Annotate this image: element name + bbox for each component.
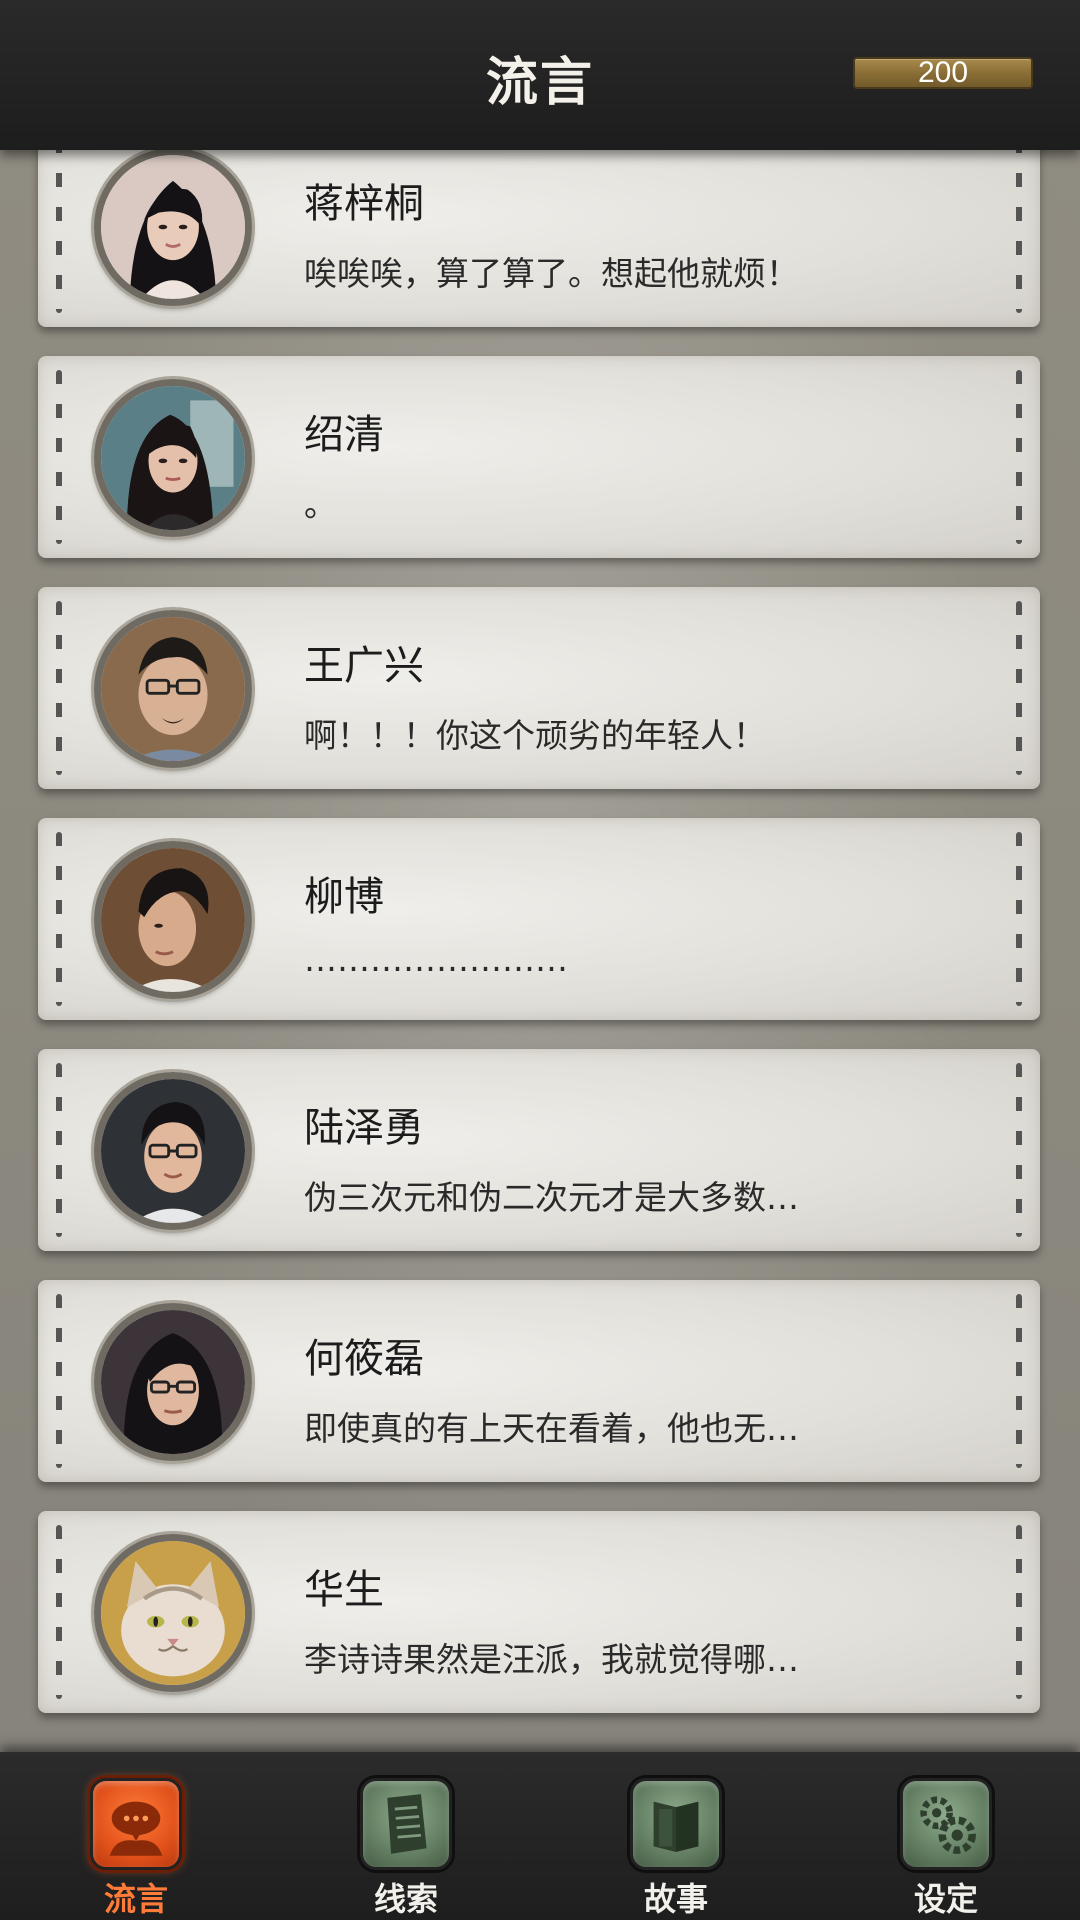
card-stitch-left xyxy=(56,139,62,313)
message-card[interactable]: 王广兴 啊！！！你这个顽劣的年轻人！ xyxy=(38,587,1040,789)
avatar[interactable] xyxy=(94,1072,252,1230)
avatar[interactable] xyxy=(94,1534,252,1692)
tab-story[interactable]: 故事 xyxy=(606,1752,746,1920)
sender-name: 华生 xyxy=(304,1567,384,1613)
message-preview: 李诗诗果然是汪派，我就觉得哪… xyxy=(304,1640,799,1679)
message-card[interactable]: 华生 李诗诗果然是汪派，我就觉得哪… xyxy=(38,1511,1040,1713)
rumor-screen: 蒋梓桐 唉唉唉，算了算了。想起他就烦！ 绍清 。 王广兴 啊！！！你这个顽劣的年… xyxy=(0,0,1080,1920)
message-preview: …………………… xyxy=(304,940,568,979)
message-card[interactable]: 绍清 。 xyxy=(38,356,1040,558)
tab-label: 故事 xyxy=(643,1880,708,1918)
card-stitch-left xyxy=(56,1063,62,1237)
tab-settings[interactable]: 设定 xyxy=(876,1752,1016,1920)
message-card[interactable]: 陆泽勇 伪三次元和伪二次元才是大多数… xyxy=(38,1049,1040,1251)
card-stitch-left xyxy=(56,601,62,775)
book-icon[interactable] xyxy=(630,1778,722,1870)
card-stitch-left xyxy=(56,832,62,1006)
card-stitch-left xyxy=(56,370,62,544)
message-preview: 伪三次元和伪二次元才是大多数… xyxy=(304,1178,799,1217)
avatar[interactable] xyxy=(94,841,252,999)
card-stitch-left xyxy=(56,1525,62,1699)
card-stitch-right xyxy=(1016,139,1022,313)
card-stitch-right xyxy=(1016,601,1022,775)
sender-name: 柳博 xyxy=(304,874,384,920)
message-preview: 唉唉唉，算了算了。想起他就烦！ xyxy=(304,254,799,293)
card-stitch-right xyxy=(1016,1294,1022,1468)
bottom-nav: 流言 线索 故事 设定 xyxy=(0,1752,1080,1920)
card-stitch-right xyxy=(1016,832,1022,1006)
message-preview: 啊！！！你这个顽劣的年轻人！ xyxy=(304,716,766,755)
sender-name: 王广兴 xyxy=(304,643,424,689)
chat-bubble-icon[interactable] xyxy=(90,1778,182,1870)
tab-label: 线索 xyxy=(373,1880,438,1918)
sender-name: 陆泽勇 xyxy=(304,1105,424,1151)
sender-name: 绍清 xyxy=(304,412,384,458)
card-stitch-left xyxy=(56,1294,62,1468)
sender-name: 何筱磊 xyxy=(304,1336,424,1382)
gear-icon[interactable] xyxy=(900,1778,992,1870)
tab-clues[interactable]: 线索 xyxy=(336,1752,476,1920)
avatar[interactable] xyxy=(94,148,252,306)
coin-counter: 200 xyxy=(853,57,1033,89)
tab-rumors[interactable]: 流言 xyxy=(66,1752,206,1920)
top-bar: 流言 200 xyxy=(0,0,1080,150)
message-list[interactable]: 蒋梓桐 唉唉唉，算了算了。想起他就烦！ 绍清 。 王广兴 啊！！！你这个顽劣的年… xyxy=(0,0,1080,1752)
message-card[interactable]: 柳博 …………………… xyxy=(38,818,1040,1020)
card-stitch-right xyxy=(1016,1525,1022,1699)
tab-label: 设定 xyxy=(913,1880,978,1918)
card-stitch-right xyxy=(1016,1063,1022,1237)
message-preview: 。 xyxy=(304,485,337,524)
message-card[interactable]: 何筱磊 即使真的有上天在看着，他也无… xyxy=(38,1280,1040,1482)
sender-name: 蒋梓桐 xyxy=(304,181,424,227)
tab-label: 流言 xyxy=(103,1880,168,1918)
avatar[interactable] xyxy=(94,1303,252,1461)
avatar[interactable] xyxy=(94,379,252,537)
document-icon[interactable] xyxy=(360,1778,452,1870)
message-preview: 即使真的有上天在看着，他也无… xyxy=(304,1409,799,1448)
avatar[interactable] xyxy=(94,610,252,768)
message-card[interactable]: 蒋梓桐 唉唉唉，算了算了。想起他就烦！ xyxy=(38,125,1040,327)
card-stitch-right xyxy=(1016,370,1022,544)
